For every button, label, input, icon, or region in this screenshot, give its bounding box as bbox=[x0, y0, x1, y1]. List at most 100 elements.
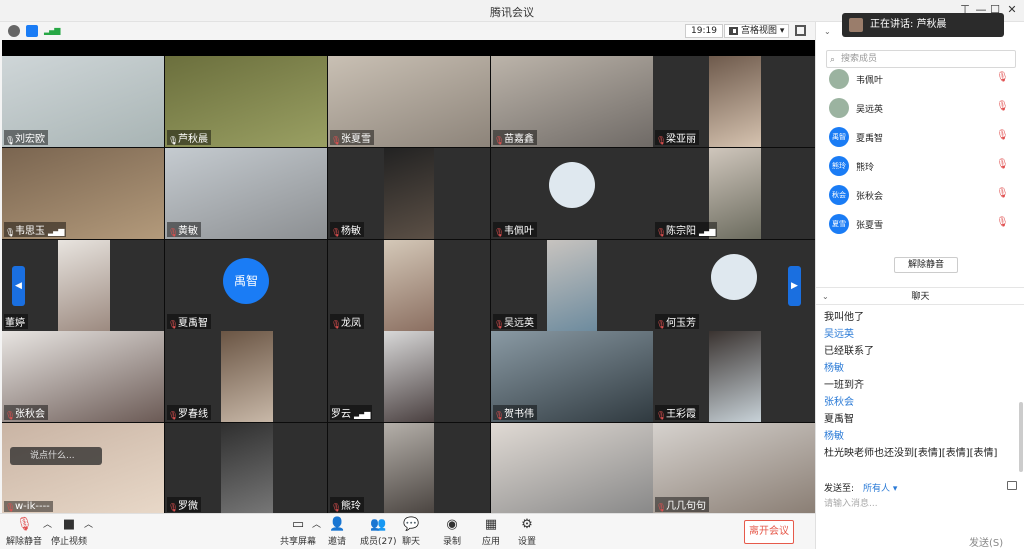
chat-input[interactable]: 请输入消息... bbox=[824, 496, 1014, 528]
invite-button[interactable]: 👤 邀请 bbox=[328, 517, 346, 547]
mic-muted-icon[interactable]: 🎙 bbox=[996, 130, 1009, 141]
member-row[interactable]: 夏雪 张夏雪 🎙 bbox=[826, 213, 1016, 235]
participant-name-label: 🎙吴远英 bbox=[493, 314, 537, 329]
members-icon: 👥 bbox=[370, 517, 387, 532]
member-name: 熊玲 bbox=[856, 163, 875, 173]
info-icon[interactable] bbox=[8, 25, 20, 37]
search-placeholder: 搜索成员 bbox=[841, 54, 878, 64]
record-button[interactable]: ◉ 录制 bbox=[443, 517, 461, 547]
mic-muted-icon[interactable]: 🎙 bbox=[996, 72, 1009, 83]
participant-name: 韦佩叶 bbox=[504, 226, 534, 237]
video-tile[interactable]: 🎙韦思玉 ▂▄▆ bbox=[2, 148, 164, 239]
image-icon[interactable] bbox=[1007, 481, 1017, 490]
chat-button[interactable]: 💬 聊天 bbox=[402, 517, 420, 547]
participant-name: 张夏雪 bbox=[341, 134, 371, 145]
prev-page-arrow[interactable]: ◀ bbox=[12, 266, 25, 306]
member-row[interactable]: 熊玲 熊玲 🎙 bbox=[826, 155, 1016, 177]
video-tile[interactable]: 🎙芦秋晨 bbox=[165, 56, 327, 147]
video-options-caret[interactable]: ︿ bbox=[84, 517, 93, 530]
chat-message: 杜光映老师也还没到[表情][表情][表情] bbox=[824, 448, 998, 459]
video-tile[interactable]: 🎙罗微 bbox=[165, 423, 327, 514]
settings-button[interactable]: ⚙ 设置 bbox=[518, 517, 536, 547]
video-tile[interactable]: 🎙熊玲 bbox=[328, 423, 490, 514]
video-tile[interactable]: 禹智 🎙夏禹智 bbox=[165, 240, 327, 331]
video-tile[interactable]: 🎙龙凤 bbox=[328, 240, 490, 331]
participant-name-label: 🎙陈宗阳 ▂▄▆ bbox=[655, 222, 718, 237]
video-feed bbox=[547, 240, 597, 331]
mic-muted-icon: 🎙 bbox=[16, 517, 33, 532]
apps-icon: ▦ bbox=[484, 517, 498, 532]
video-tile[interactable]: 🎙苗嘉鑫 bbox=[491, 56, 653, 147]
view-mode-select[interactable]: 宫格视图 ▾ bbox=[724, 24, 790, 38]
mic-muted-icon[interactable]: 🎙 bbox=[996, 188, 1009, 199]
video-tile[interactable]: 🎙几几句句 bbox=[653, 423, 815, 514]
stop-video-button[interactable]: ■ 停止视频 bbox=[51, 517, 87, 547]
participant-name: 罗微 bbox=[178, 501, 198, 512]
video-tile[interactable]: 🎙韦佩叶 bbox=[491, 148, 653, 239]
video-tile[interactable]: 🎙贺书伟 bbox=[491, 331, 653, 422]
member-row[interactable]: 秋会 张秋会 🎙 bbox=[826, 184, 1016, 206]
mic-muted-icon: 🎙 bbox=[494, 320, 505, 329]
video-tile[interactable]: 🎙陈宗阳 ▂▄▆ bbox=[653, 148, 815, 239]
mic-muted-icon: 🎙 bbox=[656, 228, 667, 237]
apps-button[interactable]: ▦ 应用 bbox=[482, 517, 500, 547]
participant-name: w-ik---- bbox=[15, 501, 50, 512]
chat-message: 一班到齐 bbox=[824, 380, 864, 391]
video-tile[interactable]: 🎙张秋会 bbox=[2, 331, 164, 422]
video-tile[interactable]: 🎙黄敏 bbox=[165, 148, 327, 239]
video-tile[interactable]: 罗云 ▂▄▆ bbox=[328, 331, 490, 422]
participant-name-label: 🎙芦秋晨 bbox=[167, 130, 211, 145]
share-screen-button[interactable]: ▭ 共享屏幕 bbox=[280, 517, 316, 547]
participant-name: 罗云 bbox=[331, 409, 351, 420]
mic-muted-icon[interactable]: 🎙 bbox=[996, 159, 1009, 170]
signal-icon[interactable]: ▂▄▆ bbox=[44, 26, 61, 35]
unmute-all-button[interactable]: 解除静音 bbox=[894, 257, 958, 273]
video-tile[interactable]: 🎙w-ik---- 说点什么... bbox=[2, 423, 164, 514]
video-tile[interactable]: 🎙王彩霞 bbox=[653, 331, 815, 422]
member-row[interactable]: 禹智 夏禹智 🎙 bbox=[826, 126, 1016, 148]
participant-name-label: 🎙王彩霞 bbox=[655, 405, 699, 420]
shield-icon[interactable] bbox=[26, 25, 38, 37]
fullscreen-icon[interactable] bbox=[795, 25, 806, 36]
signal-icon: ▂▄▆ bbox=[699, 227, 716, 236]
video-tile[interactable]: 🎙吴远英 bbox=[491, 240, 653, 331]
member-name: 张秋会 bbox=[856, 192, 884, 202]
participant-name-label: 🎙罗微 bbox=[167, 497, 201, 512]
chevron-down-icon[interactable]: ⌄ bbox=[822, 288, 829, 306]
next-page-arrow[interactable]: ▶ bbox=[788, 266, 801, 306]
mic-icon: 🎙 bbox=[5, 228, 16, 237]
member-row[interactable]: 韦佩叶 🎙 bbox=[826, 68, 1016, 90]
video-tile[interactable]: 🎙梁亚丽 bbox=[653, 56, 815, 147]
members-label: 成员(27) bbox=[360, 537, 397, 547]
share-options-caret[interactable]: ︿ bbox=[312, 517, 321, 530]
participant-name-label: 🎙韦思玉 ▂▄▆ bbox=[4, 222, 67, 237]
chat-scrollbar[interactable] bbox=[1019, 402, 1023, 472]
video-tile[interactable]: 🎙罗春线 bbox=[165, 331, 327, 422]
chat-message: 已经联系了 bbox=[824, 346, 874, 357]
video-grid: 🎙刘宏欧 🎙芦秋晨 🎙张夏雪 🎙苗嘉鑫 🎙梁亚丽 🎙韦思玉 ▂▄▆ 🎙黄敏 🎙杨敏 🎙韦佩叶 🎙陈宗… bbox=[2, 40, 815, 514]
leave-meeting-button[interactable]: 离开会议 bbox=[744, 520, 794, 544]
share-screen-icon: ▭ bbox=[291, 517, 305, 532]
mic-muted-icon[interactable]: 🎙 bbox=[996, 101, 1009, 112]
video-tile[interactable]: 董婷 bbox=[2, 240, 164, 331]
mic-muted-icon: 🎙 bbox=[331, 136, 342, 145]
close-icon[interactable]: ✕ bbox=[1005, 3, 1019, 17]
send-to-select[interactable]: 所有人 ▾ bbox=[863, 481, 897, 494]
mic-muted-icon[interactable]: 🎙 bbox=[996, 217, 1009, 228]
invite-label: 邀请 bbox=[328, 537, 347, 547]
send-button[interactable]: 发送(S) bbox=[969, 534, 1003, 549]
grid-top-strip bbox=[2, 40, 815, 56]
chat-sender: 杨敏 bbox=[824, 431, 844, 442]
member-search-input[interactable]: ⌕ 搜索成员 bbox=[826, 50, 1016, 68]
participant-name-label: 🎙张夏雪 bbox=[330, 130, 374, 145]
unmute-button[interactable]: 🎙 解除静音 bbox=[6, 517, 42, 547]
video-tile[interactable] bbox=[491, 423, 653, 514]
video-tile[interactable]: 🎙张夏雪 bbox=[328, 56, 490, 147]
member-row[interactable]: 吴远英 🎙 bbox=[826, 97, 1016, 119]
participant-name: 芦秋晨 bbox=[178, 134, 208, 145]
members-button[interactable]: 👥 成员(27) bbox=[360, 517, 396, 547]
say-something-overlay[interactable]: 说点什么... bbox=[10, 447, 102, 465]
collapse-chevron-icon[interactable]: ⌄ bbox=[824, 27, 831, 36]
video-tile[interactable]: 🎙刘宏欧 bbox=[2, 56, 164, 147]
video-tile[interactable]: 🎙杨敏 bbox=[328, 148, 490, 239]
